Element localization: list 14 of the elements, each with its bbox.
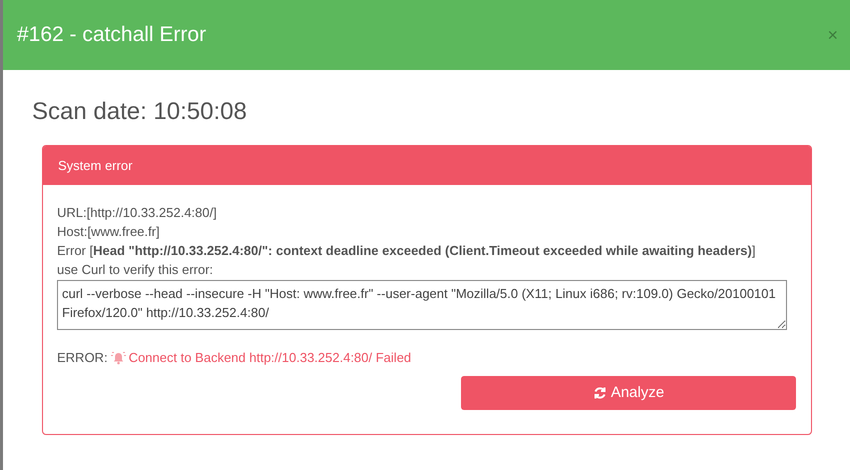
info-line: use Curl to verify this error: — [57, 261, 214, 279]
panel-title: System error — [58, 156, 132, 175]
info-line: URL:[http://10.33.252.4:80/] — [57, 204, 218, 222]
refresh-icon — [592, 386, 607, 400]
info-line: Host:[www.free.fr] — [57, 223, 161, 241]
analyze-button[interactable]: Analyze — [461, 376, 796, 410]
modal-title: #162 - catchall Error — [17, 22, 206, 48]
bell-icon — [110, 350, 126, 364]
error-label: ERROR: — [57, 349, 108, 367]
error-message: Connect to Backend http://10.33.252.4:80/ Failed — [128, 349, 412, 367]
close-button[interactable]: × — [827, 26, 838, 44]
scan-date: Scan date: 10:50:08 — [32, 97, 248, 127]
info-line: Error [Head "http://10.33.252.4:80/": context deadline exceeded (Client.Timeout exceeded while awaiting headers)] — [57, 242, 756, 260]
command-field[interactable]: curl --verbose --head --insecure -H "Host: www.free.fr" --user-agent "Mozilla/5.0 (X11; Linux i686; rv:109.0) Gecko/20100101 Firefox/120.0" http://10.33.252.4:80/ — [57, 280, 787, 330]
